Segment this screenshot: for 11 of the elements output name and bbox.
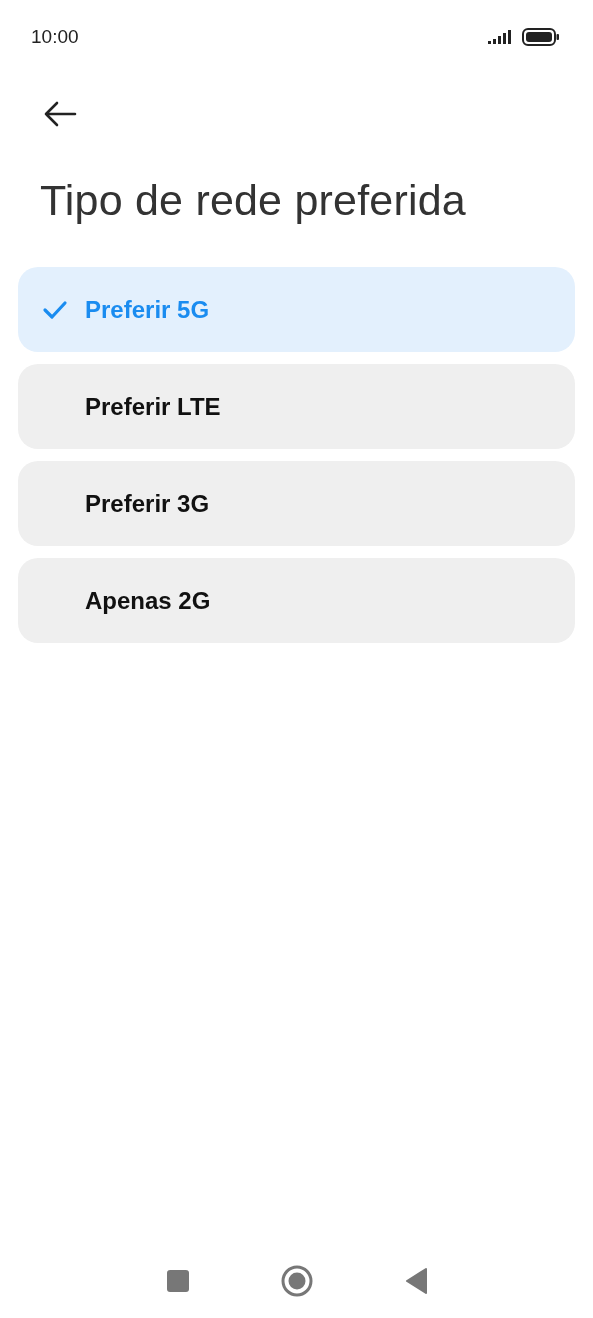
home-button[interactable] [280, 1265, 313, 1297]
checkmark-icon [42, 298, 68, 321]
network-option[interactable]: Preferir 3G [18, 461, 575, 546]
battery-icon [522, 28, 560, 46]
status-time: 10:00 [31, 26, 79, 48]
signal-icon [488, 30, 514, 44]
back-nav-button[interactable] [404, 1268, 427, 1294]
recents-button[interactable] [166, 1270, 189, 1292]
page-title: Tipo de rede preferida [40, 175, 467, 226]
network-option[interactable]: Preferir LTE [18, 364, 575, 449]
network-option[interactable]: Apenas 2G [18, 558, 575, 643]
